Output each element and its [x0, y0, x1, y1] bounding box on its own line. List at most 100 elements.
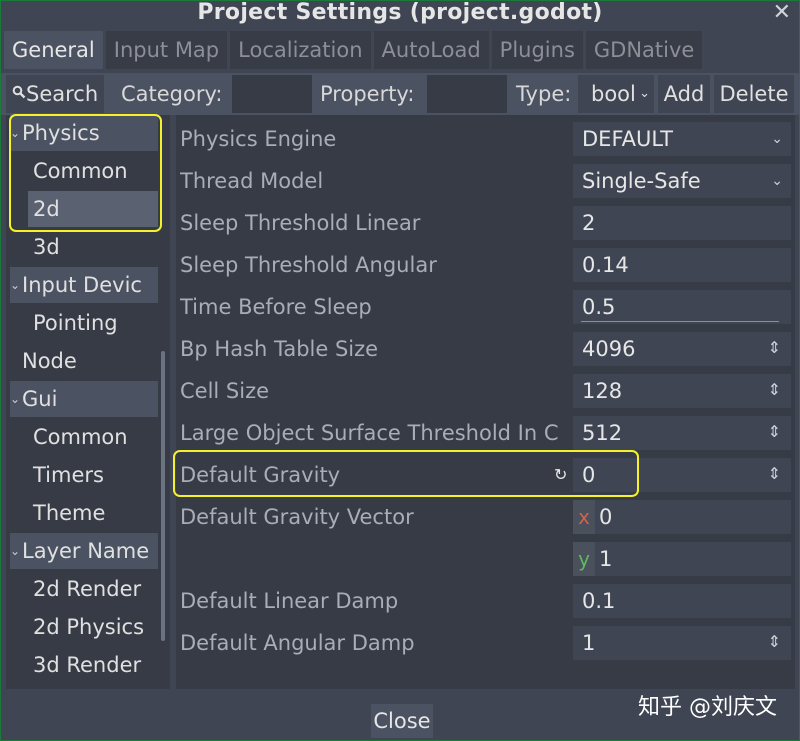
property-label: Sleep Threshold Linear: [180, 211, 421, 235]
tree-item-label: Layer Name: [22, 539, 150, 563]
type-select-value: bool: [591, 82, 636, 106]
category-input[interactable]: [232, 75, 312, 113]
tab-input-map[interactable]: Input Map: [105, 31, 228, 69]
dropdown-value: DEFAULT: [582, 127, 673, 151]
spinbox-value: 128: [582, 379, 623, 403]
type-label: Type:: [516, 82, 572, 106]
property-label: Thread Model: [180, 169, 324, 193]
physics-engine-dropdown[interactable]: DEFAULT ⌄: [573, 122, 791, 156]
close-window-icon[interactable]: ✕: [773, 1, 791, 25]
type-select[interactable]: bool ⌄: [578, 75, 654, 113]
spin-arrows-icon[interactable]: ⇕: [768, 331, 781, 365]
property-inspector: Physics Engine DEFAULT ⌄ Thread Model Sin…: [176, 115, 795, 689]
property-row-default-angular-damp: Default Angular Damp 1 ⇕: [176, 623, 795, 663]
property-row-default-linear-damp: Default Linear Damp 0.1: [176, 581, 795, 621]
y-axis-label: y: [573, 542, 595, 576]
chevron-down-icon: ⌄: [10, 278, 21, 292]
property-label: Physics Engine: [180, 127, 337, 151]
tree-item-label: Gui: [22, 387, 58, 411]
default-linear-damp-field[interactable]: 0.1: [573, 584, 791, 618]
tree-item-timers[interactable]: Timers: [33, 457, 158, 493]
bp-hash-table-size-spinbox[interactable]: 4096 ⇕: [573, 332, 791, 366]
tree-item-input-devices[interactable]: ⌄Input Devic: [10, 267, 158, 303]
tree-scrollbar[interactable]: [161, 351, 165, 641]
tree-item-layer-names[interactable]: ⌄Layer Name: [10, 533, 158, 569]
tree-item-theme[interactable]: Theme: [33, 495, 158, 531]
tree-item-node[interactable]: Node: [22, 343, 158, 379]
gravity-vector-x-field[interactable]: x 0: [573, 500, 791, 534]
property-label: Cell Size: [180, 379, 270, 403]
gravity-vector-y-field[interactable]: y 1: [573, 542, 791, 576]
search-label: Search: [26, 82, 99, 106]
chevron-down-icon: ⌄: [771, 173, 783, 189]
watermark-text: 知乎 @刘庆文: [638, 695, 777, 720]
property-row-sleep-threshold-linear: Sleep Threshold Linear 2: [176, 203, 795, 243]
tab-plugins[interactable]: Plugins: [491, 31, 583, 69]
thread-model-dropdown[interactable]: Single-Safe ⌄: [573, 164, 791, 198]
property-label: Default Linear Damp: [180, 589, 399, 613]
sleep-threshold-linear-field[interactable]: 2: [573, 206, 791, 240]
property-label: Property:: [320, 82, 415, 106]
chevron-down-icon: ⌄: [639, 86, 650, 101]
tree-item-label: Input Devic: [22, 273, 142, 297]
sleep-threshold-angular-field[interactable]: 0.14: [573, 248, 791, 282]
large-object-threshold-spinbox[interactable]: 512 ⇕: [573, 416, 791, 450]
tab-bar: General Input Map Localization AutoLoad …: [4, 31, 796, 69]
tree-item-gui-common[interactable]: Common: [33, 419, 158, 455]
property-input[interactable]: [427, 75, 507, 113]
property-label: Large Object Surface Threshold In C: [180, 421, 559, 445]
property-label: Bp Hash Table Size: [180, 337, 379, 361]
property-label: Time Before Sleep: [180, 295, 372, 319]
add-button[interactable]: Add: [658, 75, 710, 113]
highlight-box-default-gravity: [173, 450, 639, 497]
close-button[interactable]: Close: [371, 704, 433, 738]
spin-arrows-icon[interactable]: ⇕: [768, 625, 781, 659]
x-value: 0: [599, 505, 613, 529]
highlight-box-physics-2d: [9, 114, 162, 232]
default-angular-damp-spinbox[interactable]: 1 ⇕: [573, 626, 791, 660]
property-row-physics-engine: Physics Engine DEFAULT ⌄: [176, 119, 795, 159]
property-row-thread-model: Thread Model Single-Safe ⌄: [176, 161, 795, 201]
tab-localization[interactable]: Localization: [230, 31, 371, 69]
tab-autoload[interactable]: AutoLoad: [373, 31, 489, 69]
property-label: Default Gravity Vector: [180, 505, 414, 529]
property-row-default-gravity-vector: Default Gravity Vector x 0 y 1: [176, 497, 795, 581]
chevron-down-icon: ⌄: [10, 544, 21, 558]
dropdown-value: Single-Safe: [582, 169, 701, 193]
time-before-sleep-slider[interactable]: 0.5: [573, 290, 791, 324]
tree-item-physics-3d[interactable]: 3d: [33, 229, 158, 265]
y-value: 1: [599, 547, 613, 571]
property-row-sleep-threshold-angular: Sleep Threshold Angular 0.14: [176, 245, 795, 285]
property-row-bp-hash-table-size: Bp Hash Table Size 4096 ⇕: [176, 329, 795, 369]
spinbox-value: 1: [582, 631, 596, 655]
search-button[interactable]: Search: [6, 75, 104, 113]
spin-arrows-icon[interactable]: ⇕: [768, 415, 781, 449]
category-label: Category:: [121, 82, 223, 106]
search-icon: [12, 76, 26, 114]
spin-arrows-icon[interactable]: ⇕: [768, 373, 781, 407]
spinbox-value: 4096: [582, 337, 636, 361]
property-label: Sleep Threshold Angular: [180, 253, 437, 277]
tree-item-pointing[interactable]: Pointing: [33, 305, 158, 341]
tree-item-3d-render[interactable]: 3d Render: [33, 647, 158, 683]
spinbox-value: 512: [582, 421, 623, 445]
window-title: Project Settings (project.godot): [197, 0, 603, 25]
tree-item-2d-physics[interactable]: 2d Physics: [33, 609, 158, 645]
chevron-down-icon: ⌄: [771, 131, 783, 147]
x-axis-label: x: [573, 500, 595, 534]
spin-arrows-icon[interactable]: ⇕: [768, 457, 781, 491]
slider-track[interactable]: [581, 321, 779, 322]
tree-item-gui[interactable]: ⌄Gui: [10, 381, 158, 417]
tree-item-2d-render[interactable]: 2d Render: [33, 571, 158, 607]
property-row-cell-size: Cell Size 128 ⇕: [176, 371, 795, 411]
property-label: Default Angular Damp: [180, 631, 415, 655]
tab-general[interactable]: General: [4, 31, 103, 69]
chevron-down-icon: ⌄: [10, 392, 21, 406]
property-row-time-before-sleep: Time Before Sleep 0.5: [176, 287, 795, 327]
delete-button[interactable]: Delete: [714, 75, 794, 113]
property-toolbar: Search Category: Property: Type: bool ⌄ A…: [1, 73, 799, 115]
cell-size-spinbox[interactable]: 128 ⇕: [573, 374, 791, 408]
slider-value: 0.5: [582, 295, 616, 319]
tab-gdnative[interactable]: GDNative: [585, 31, 703, 69]
property-row-large-object-threshold: Large Object Surface Threshold In C 512 ⇕: [176, 413, 795, 453]
